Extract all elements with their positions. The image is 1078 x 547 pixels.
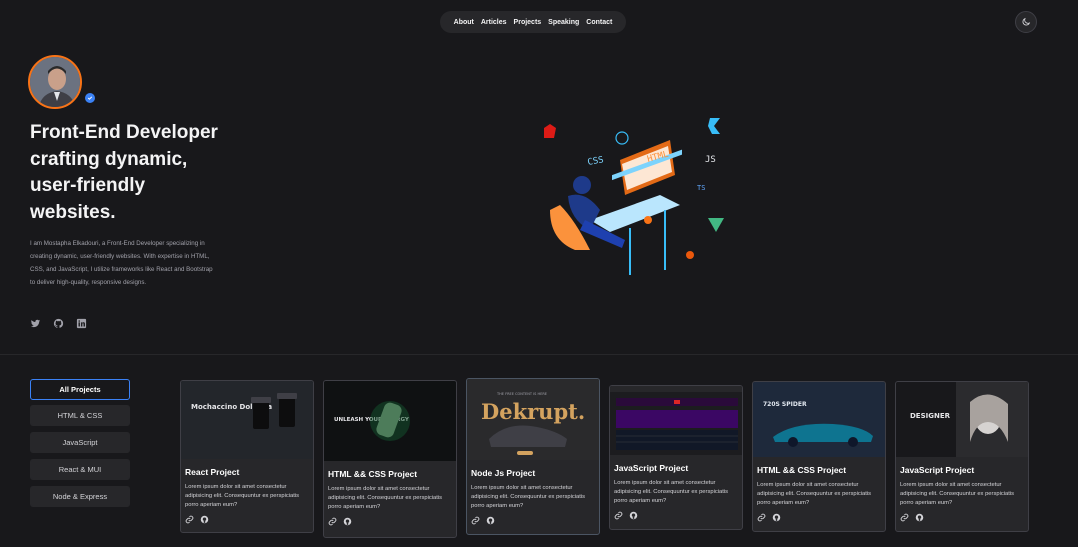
github-icon[interactable] <box>486 516 495 525</box>
project-card[interactable]: THE FREE CONTENT IS HERE Dekrupt. Node J… <box>466 378 600 535</box>
project-title: HTML && CSS Project <box>328 469 418 479</box>
flutter-icon <box>708 118 720 134</box>
moon-icon <box>1022 17 1031 26</box>
twitter-icon[interactable] <box>30 318 41 329</box>
project-title: HTML && CSS Project <box>757 465 847 475</box>
filter-javascript[interactable]: JavaScript <box>30 432 130 453</box>
project-thumbnail <box>610 386 742 455</box>
project-card[interactable]: DESIGNER JavaScript Project Lorem ipsum … <box>895 381 1029 532</box>
tag-js: JS <box>705 155 716 165</box>
project-title: React Project <box>185 467 240 477</box>
project-description: Lorem ipsum dolor sit amet consectetur a… <box>757 482 872 506</box>
developer-illustration: HTML CSS JS TS <box>544 118 724 275</box>
avatar <box>28 55 82 109</box>
nav-speaking[interactable]: Speaking <box>548 19 579 26</box>
filter-html-css[interactable]: HTML & CSS <box>30 405 130 426</box>
project-description: Lorem ipsum dolor sit amet consectetur a… <box>900 482 1015 506</box>
project-thumbnail: UNLEASH YOUR ENERGY <box>324 381 456 461</box>
project-filters: All Projects HTML & CSS JavaScript React… <box>30 379 132 513</box>
project-description: Lorem ipsum dolor sit amet consectetur a… <box>185 484 300 508</box>
link-icon[interactable] <box>185 515 194 524</box>
link-icon[interactable] <box>757 513 766 522</box>
laravel-icon <box>686 251 694 259</box>
project-description: Lorem ipsum dolor sit amet consectetur a… <box>328 486 443 510</box>
project-thumbnail: THE FREE CONTENT IS HERE Dekrupt. <box>467 379 599 460</box>
thumb-text: DESIGNER <box>910 412 951 420</box>
github-icon[interactable] <box>53 318 64 329</box>
link-icon[interactable] <box>900 513 909 522</box>
linkedin-icon[interactable] <box>76 318 87 329</box>
link-icon[interactable] <box>328 517 337 526</box>
project-title: Node Js Project <box>471 468 536 478</box>
project-thumbnail: 720S SPIDER <box>753 382 885 457</box>
verified-badge-icon <box>85 93 95 103</box>
link-icon[interactable] <box>471 516 480 525</box>
github-icon[interactable] <box>343 517 352 526</box>
thumb-text: 720S SPIDER <box>763 401 807 408</box>
project-card[interactable]: UNLEASH YOUR ENERGY HTML && CSS Project … <box>323 380 457 538</box>
filter-node-express[interactable]: Node & Express <box>30 486 130 507</box>
project-thumbnail: Mochaccino Dolgona <box>181 381 313 459</box>
project-title: JavaScript Project <box>614 463 689 473</box>
theme-toggle-button[interactable] <box>1015 11 1037 33</box>
tag-css: CSS <box>587 155 605 168</box>
project-description: Lorem ipsum dolor sit amet consectetur a… <box>471 485 586 509</box>
filter-react-mui[interactable]: React & MUI <box>30 459 130 480</box>
project-description: Lorem ipsum dolor sit amet consectetur a… <box>614 480 729 504</box>
github-icon[interactable] <box>629 511 638 520</box>
nav-articles[interactable]: Articles <box>481 19 507 26</box>
thumb-text: Dekrupt. <box>481 399 585 424</box>
hero-headline: Front-End Developer crafting dynamic, us… <box>30 122 218 223</box>
github-icon[interactable] <box>772 513 781 522</box>
social-links <box>30 318 87 329</box>
hero-bio: I am Mostapha Elkadouri, a Front-End Dev… <box>30 240 213 287</box>
react-icon <box>615 131 629 145</box>
project-card[interactable]: Mochaccino Dolgona React Project Lorem i… <box>180 380 314 533</box>
section-divider <box>0 354 1078 355</box>
github-icon[interactable] <box>915 513 924 522</box>
main-nav: About Articles Projects Speaking Contact <box>440 11 626 33</box>
link-icon[interactable] <box>614 511 623 520</box>
project-card[interactable]: JavaScript Project Lorem ipsum dolor sit… <box>609 385 743 530</box>
nav-contact[interactable]: Contact <box>586 19 612 26</box>
nav-projects[interactable]: Projects <box>514 19 542 26</box>
thumb-subtext: THE FREE CONTENT IS HERE <box>496 392 547 396</box>
angular-icon <box>544 124 556 138</box>
project-card[interactable]: 720S SPIDER HTML && CSS Project Lorem ip… <box>752 381 886 532</box>
nav-about[interactable]: About <box>454 19 474 26</box>
filter-all-projects[interactable]: All Projects <box>30 379 130 400</box>
github-icon[interactable] <box>200 515 209 524</box>
tag-ts: TS <box>697 184 705 192</box>
project-title: JavaScript Project <box>900 465 975 475</box>
project-thumbnail: DESIGNER <box>896 382 1028 457</box>
vue-icon <box>708 218 724 232</box>
